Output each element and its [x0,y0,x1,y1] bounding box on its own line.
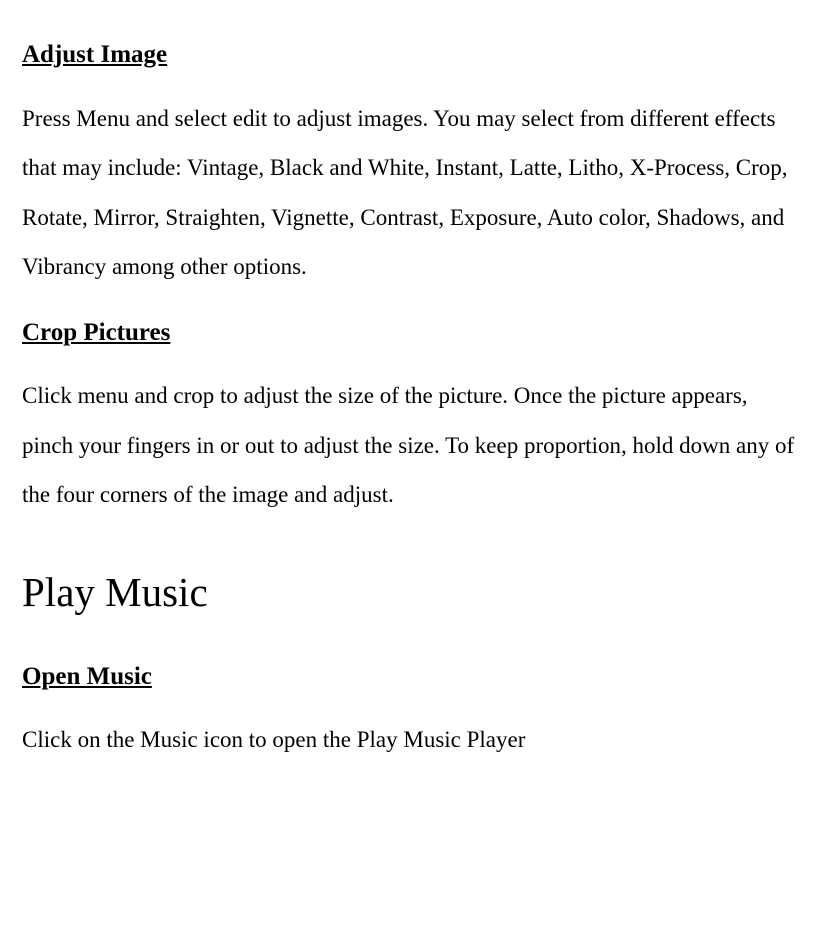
open-music-body: Click on the Music icon to open the Play… [22,703,803,764]
spacer [22,292,803,300]
adjust-image-body: Press Menu and select edit to adjust ima… [22,82,803,292]
adjust-image-heading: Adjust Image [22,22,803,82]
open-music-heading: Open Music [22,644,803,704]
play-music-title: Play Music [22,520,803,636]
crop-pictures-heading: Crop Pictures [22,300,803,360]
spacer [22,636,803,644]
crop-pictures-body: Click menu and crop to adjust the size o… [22,359,803,519]
